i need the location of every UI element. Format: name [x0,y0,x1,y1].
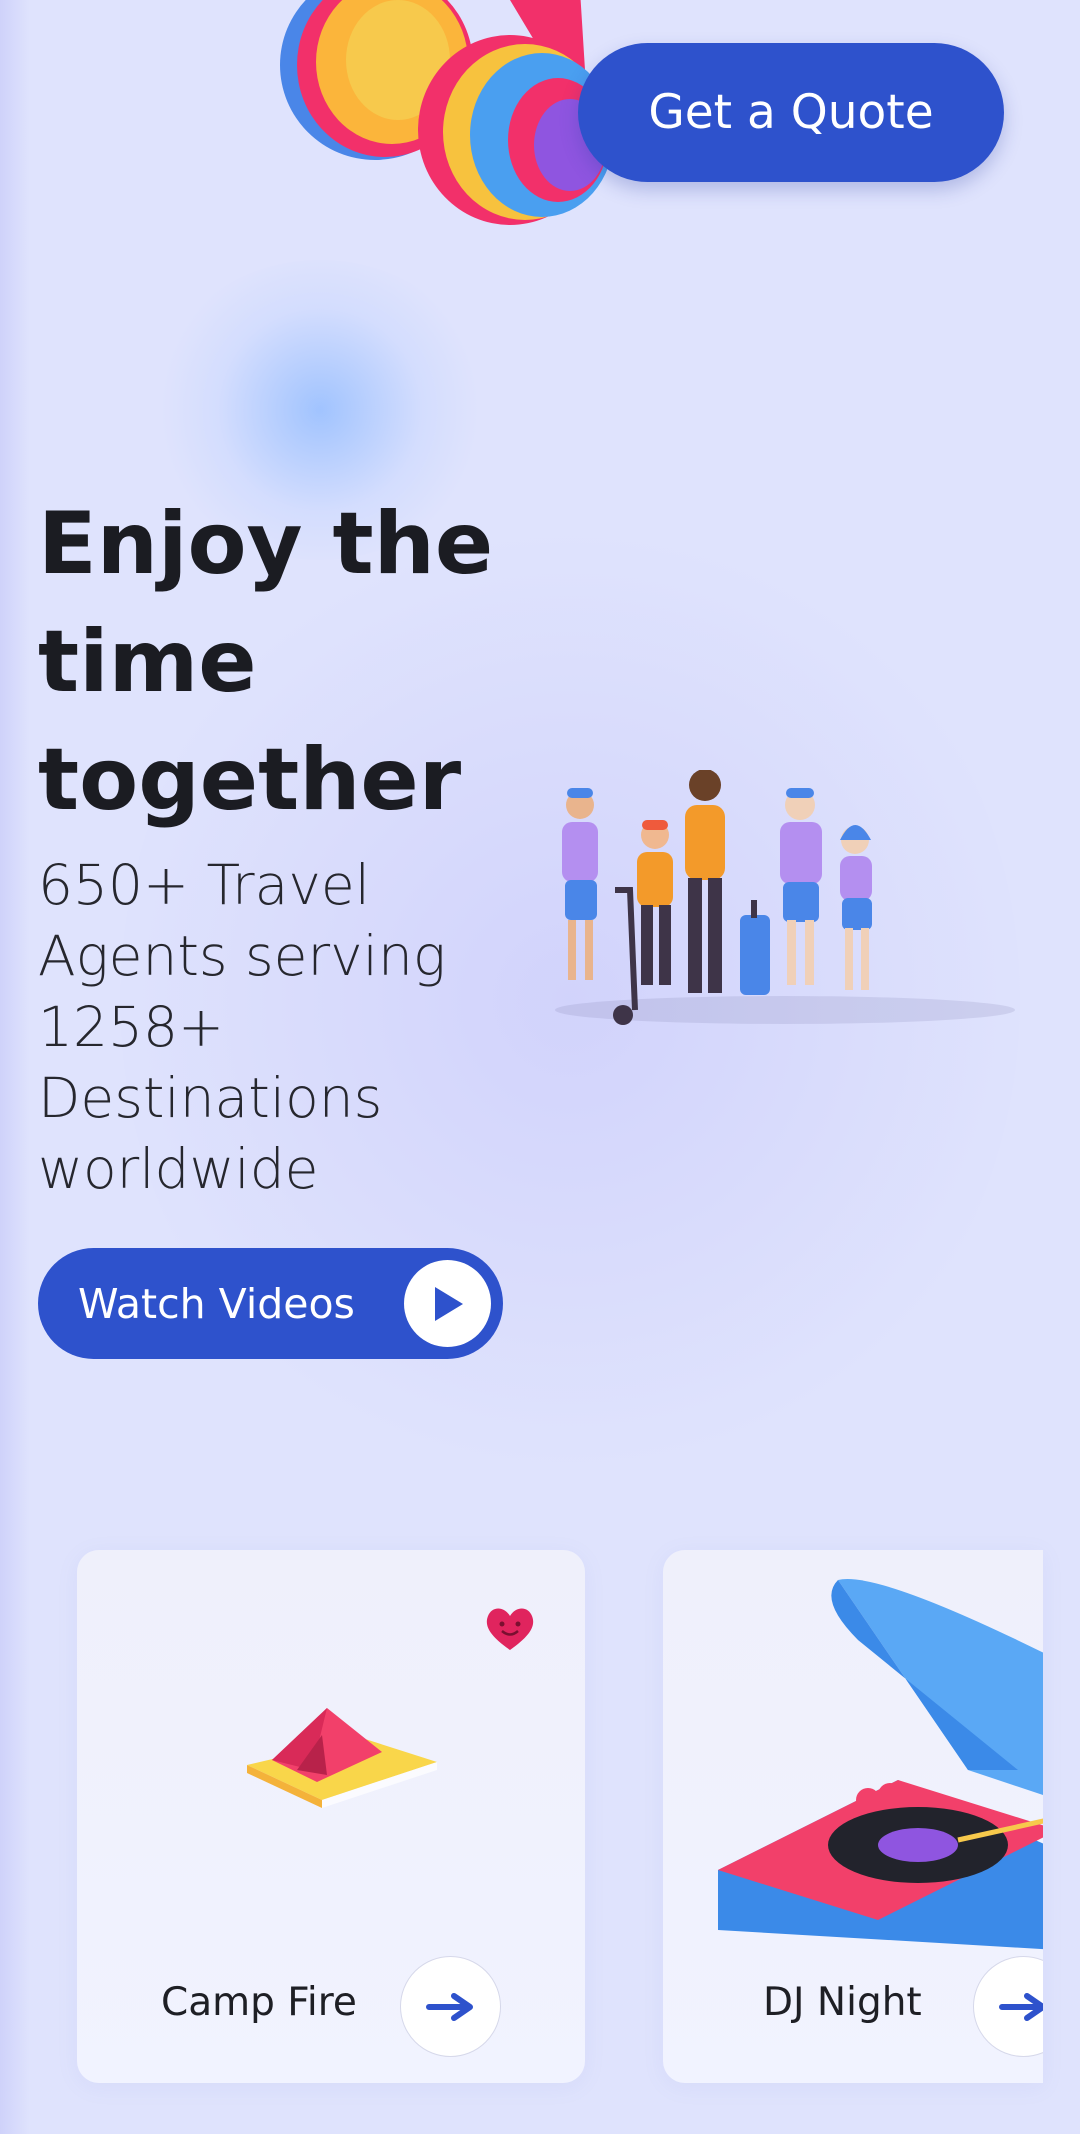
arrow-right-icon [425,1992,473,2021]
hero-subtitle-line: Destinations [38,1066,383,1130]
hero-subtitle-line: 650+ Travel [38,853,371,917]
tent-icon [247,1708,437,1808]
play-icon [404,1260,491,1347]
arrow-right-button[interactable] [973,1956,1043,2057]
card-dj-night[interactable]: DJ Night [663,1550,1043,2083]
hero-subtitle-line: worldwide [38,1137,319,1201]
hero-subtitle-line: Agents serving [38,924,446,988]
watch-videos-button[interactable]: Watch Videos [38,1248,503,1359]
card-title: DJ Night [763,1980,922,2025]
hero-title: Enjoy the time together [38,485,558,839]
arrow-right-button[interactable] [400,1956,501,2057]
hero-subtitle-line: 1258+ [38,995,225,1059]
background-edge [0,0,30,2134]
get-a-quote-button[interactable]: Get a Quote [578,43,1004,182]
arrow-right-icon [998,1992,1043,2021]
travelers-group-illustration [555,770,1015,1025]
watch-videos-label: Watch Videos [78,1279,355,1328]
turntable-icon [718,1579,1043,1950]
card-title: Camp Fire [161,1980,357,2025]
hero-title-line: Enjoy the [38,494,494,594]
hero-title-line: together [38,730,462,830]
card-camp-fire[interactable]: Camp Fire [77,1550,585,2083]
hero-title-line: time [38,612,257,712]
heart-icon[interactable] [482,1600,538,1656]
hero-subtitle: 650+ Travel Agents serving 1258+ Destina… [38,850,518,1205]
